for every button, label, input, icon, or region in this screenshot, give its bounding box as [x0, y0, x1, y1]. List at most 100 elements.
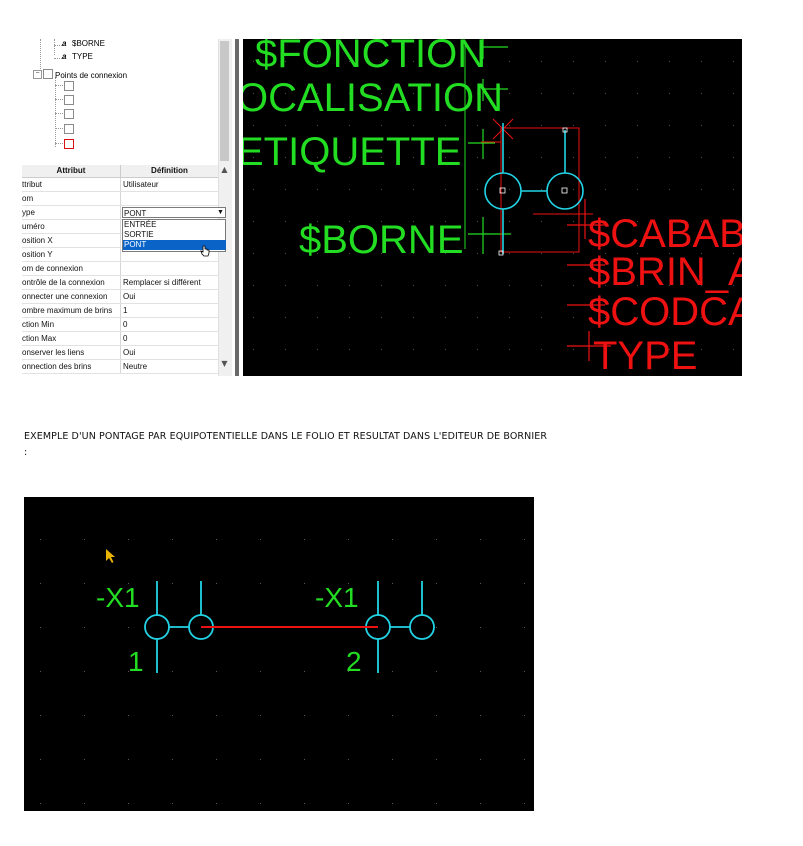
- label-localisation[interactable]: OCALISATION: [237, 76, 503, 120]
- grid-dot: [253, 61, 254, 62]
- grid-dot: [436, 671, 437, 672]
- grid-dot: [260, 715, 261, 716]
- grid-dot: [285, 125, 286, 126]
- scroll-down-icon[interactable]: ▼: [220, 359, 229, 368]
- dropdown-option-sortie[interactable]: SORTIE: [123, 230, 226, 240]
- grid-dot: [348, 715, 349, 716]
- folder-icon: [43, 69, 53, 79]
- grid-dot: [477, 125, 478, 126]
- label-type[interactable]: TYPE: [593, 334, 697, 376]
- grid-dot: [524, 759, 525, 760]
- symbol-editor-canvas[interactable]: $FONCTION OCALISATION ETIQUETTE $BORNE $…: [233, 39, 742, 376]
- grid-dot: [524, 715, 525, 716]
- grid-dot: [477, 349, 478, 350]
- terminal-number-1[interactable]: 1: [128, 646, 144, 677]
- dropdown-option-entree[interactable]: ENTRÉE: [123, 220, 226, 230]
- label-fonction[interactable]: $FONCTION: [255, 39, 486, 76]
- grid-dot: [84, 627, 85, 628]
- grid-dot: [573, 189, 574, 190]
- connection-point-selected-icon[interactable]: [64, 139, 74, 149]
- terminal-number-2[interactable]: 2: [346, 646, 362, 677]
- grid-dot: [573, 93, 574, 94]
- grid-dot: [509, 221, 510, 222]
- connection-point-icon[interactable]: [64, 81, 74, 91]
- grid-dot: [392, 539, 393, 540]
- grid-dot: [348, 803, 349, 804]
- grid-dot: [128, 759, 129, 760]
- grid-dot: [84, 583, 85, 584]
- grid-dot: [172, 759, 173, 760]
- grid-dot: [285, 317, 286, 318]
- grid-dot: [669, 61, 670, 62]
- connection-point-icon[interactable]: [64, 109, 74, 119]
- label-codca[interactable]: $CODCA: [588, 290, 742, 334]
- grid-dot: [40, 759, 41, 760]
- table-row[interactable]: ontrôle de la connexion Remplacer si dif…: [22, 276, 218, 290]
- dropdown-option-pont[interactable]: PONT: [123, 240, 226, 250]
- grid-dot: [381, 189, 382, 190]
- grid-dot: [701, 125, 702, 126]
- grid-dot: [84, 803, 85, 804]
- grid-dot: [541, 61, 542, 62]
- grid-dot: [40, 539, 41, 540]
- scrollbar-thumb[interactable]: [220, 41, 229, 161]
- grid-dot: [669, 93, 670, 94]
- grid-dot: [381, 125, 382, 126]
- grid-dot: [701, 349, 702, 350]
- grid-dot: [40, 627, 41, 628]
- table-row[interactable]: om: [22, 192, 218, 206]
- grid-dot: [40, 671, 41, 672]
- grid-dot: [413, 285, 414, 286]
- label-borne[interactable]: $BORNE: [299, 218, 464, 262]
- table-row[interactable]: ombre maximum de brins 1: [22, 304, 218, 318]
- label-etiquette[interactable]: ETIQUETTE: [237, 130, 461, 174]
- connection-point-icon[interactable]: [64, 124, 74, 134]
- terminal-tag-1[interactable]: -X1: [96, 582, 140, 613]
- grid-dot: [317, 125, 318, 126]
- tree-item-borne[interactable]: a $BORNE: [62, 39, 105, 48]
- grid-dot: [605, 61, 606, 62]
- chevron-down-icon[interactable]: ▼: [216, 208, 225, 217]
- grid-dot: [541, 125, 542, 126]
- tree-item-connection-points[interactable]: Points de connexion: [43, 69, 127, 80]
- label-brin[interactable]: $BRIN_A: [588, 250, 742, 294]
- grid-dot: [541, 221, 542, 222]
- terminal-tag-2[interactable]: -X1: [315, 582, 359, 613]
- grid-dot: [216, 759, 217, 760]
- symbol-drawing: $FONCTION OCALISATION ETIQUETTE $BORNE $…: [237, 39, 742, 376]
- grid-dot: [348, 759, 349, 760]
- table-row[interactable]: ction Max 0: [22, 332, 218, 346]
- table-row[interactable]: om de connexion: [22, 262, 218, 276]
- grid-dot: [172, 803, 173, 804]
- table-row[interactable]: ction Min 0: [22, 318, 218, 332]
- table-row[interactable]: ttribut Utilisateur: [22, 178, 218, 192]
- grid-dot: [436, 803, 437, 804]
- grid-dot: [445, 317, 446, 318]
- grid-dot: [509, 285, 510, 286]
- grid-dot: [573, 125, 574, 126]
- grid-dot: [445, 125, 446, 126]
- tree-item-type[interactable]: a TYPE: [62, 52, 93, 61]
- folio-canvas[interactable]: -X1 1 -X1 2: [24, 497, 534, 811]
- grid-dot: [260, 803, 261, 804]
- table-row[interactable]: onserver les liens Oui: [22, 346, 218, 360]
- grid-dot: [436, 539, 437, 540]
- type-select[interactable]: PONT: [122, 207, 226, 218]
- grid-dot: [733, 189, 734, 190]
- collapse-icon[interactable]: −: [33, 70, 42, 79]
- grid-dot: [317, 189, 318, 190]
- scroll-up-icon[interactable]: ▲: [220, 165, 229, 174]
- grid-dot: [477, 253, 478, 254]
- table-row[interactable]: onnecter une connexion Oui: [22, 290, 218, 304]
- grid-dot: [573, 157, 574, 158]
- grid-dot: [445, 349, 446, 350]
- grid-dot: [669, 125, 670, 126]
- table-row[interactable]: onnection des brins Neutre: [22, 360, 218, 374]
- column-header-attribute[interactable]: Attribut: [22, 165, 121, 178]
- grid-dot: [541, 349, 542, 350]
- grid-dot: [480, 803, 481, 804]
- connection-point-icon[interactable]: [64, 95, 74, 105]
- column-header-definition[interactable]: Définition: [121, 165, 218, 178]
- grid-dot: [445, 189, 446, 190]
- splitter-bar[interactable]: [235, 39, 239, 376]
